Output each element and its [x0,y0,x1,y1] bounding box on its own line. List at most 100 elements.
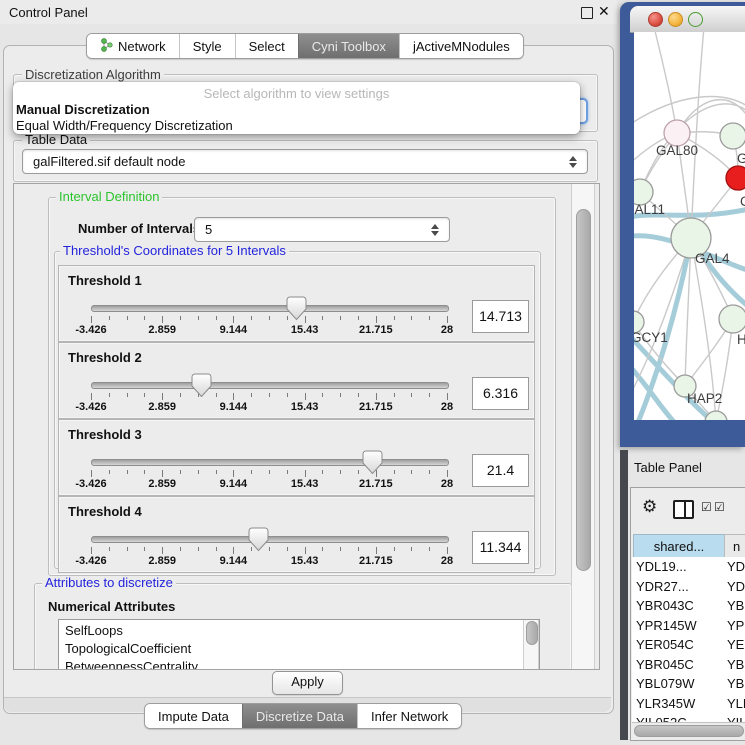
table-cell[interactable]: YBR045C [636,657,694,672]
slider-tick-label: -3.426 [75,324,106,336]
slider-tick-label: 15.43 [291,555,319,567]
slider-thumb[interactable] [191,373,212,398]
slider-tick [216,316,217,320]
threshold-value-field[interactable]: 11.344 [472,531,529,564]
table-row[interactable]: YBL079W YBL0 [632,674,745,694]
tab-discretize-data[interactable]: Discretize Data [242,704,357,728]
table-row[interactable]: YLR345W YLR3 [632,694,745,714]
slider-thumb[interactable] [362,450,383,475]
attribute-list-item[interactable]: TopologicalCoefficient [65,641,191,656]
table-row[interactable]: YER054C YER0 [632,635,745,655]
table-cell[interactable]: YPR1 [727,618,745,633]
settings-scrollbar-thumb[interactable] [576,209,591,571]
tab-infer-network[interactable]: Infer Network [357,704,461,728]
tab-style[interactable]: Style [179,34,235,58]
table-column-header[interactable]: shared... [633,534,725,559]
table-row[interactable]: YDL19... YDL1 [632,557,745,577]
panel-divider [620,450,628,740]
gear-icon[interactable]: ⚙ [642,497,657,517]
control-panel-titlebar: Control Panel ✕ [0,0,617,24]
table-cell[interactable]: YBR0 [727,657,745,672]
slider-tick [91,470,92,477]
slider-track[interactable] [91,382,449,389]
network-node[interactable] [719,305,745,333]
network-icon [100,38,118,55]
table-hscrollbar-thumb[interactable] [634,725,744,737]
float-window-icon[interactable] [581,7,593,19]
slider-tick-label: 2.859 [148,478,176,490]
algorithm-option[interactable]: Equal Width/Frequency Discretization [16,118,233,133]
slider-tick [358,393,359,397]
tab-cyni-toolbox[interactable]: Cyni Toolbox [298,34,399,58]
table-cell[interactable]: YBL079W [636,676,695,691]
tab-jactivemnodules[interactable]: jActiveMNodules [399,34,523,58]
tab-impute-data[interactable]: Impute Data [145,704,242,728]
table-cell[interactable]: YDR27... [636,579,689,594]
minimize-traffic-light[interactable] [668,12,683,27]
apply-button[interactable]: Apply [272,671,343,695]
slider-thumb[interactable] [286,296,307,321]
slider-tick [144,547,145,551]
tab-network[interactable]: Network [87,34,179,58]
table-cell[interactable]: YLR345W [636,696,695,711]
network-node[interactable] [720,123,745,149]
table-cell[interactable]: YIL0 [727,715,745,722]
slider-tick [109,547,110,551]
network-canvas[interactable]: GAL80GACGAL11GAL4GCY1HHAP2 [634,32,745,420]
zoom-traffic-light[interactable] [688,12,703,27]
attribute-list-item[interactable]: BetweennessCentrality [65,659,198,670]
checkbox-icon[interactable]: ☑ [714,500,725,514]
network-node[interactable] [726,166,745,190]
table-cell[interactable]: YDL1 [727,559,745,574]
attributes-group-title: Attributes to discretize [42,576,176,589]
slider-tick-label: 15.43 [291,324,319,336]
table-data-combobox[interactable]: galFiltered.sif default node [22,149,588,174]
table-cell[interactable]: YDR2 [727,579,745,594]
algorithm-popup-prompt: Select algorithm to view settings [13,86,580,101]
split-pane-icon[interactable] [673,500,694,519]
table-row[interactable]: YPR145W YPR1 [632,616,745,636]
slider-thumb[interactable] [248,527,269,552]
slider-tick [447,470,448,477]
list-scrollbar[interactable] [523,620,539,670]
close-traffic-light[interactable] [648,12,663,27]
algorithm-option[interactable]: Manual Discretization [16,102,150,117]
slider-tick [429,393,430,397]
table-row[interactable]: YDR27... YDR2 [632,577,745,597]
checkbox-icon[interactable]: ☑ [701,500,712,514]
slider-tick-label: 28 [441,555,453,567]
table-cell[interactable]: YBR0 [727,598,745,613]
slider-tick [127,470,128,474]
table-column-header[interactable]: n [724,534,745,559]
table-row[interactable]: YBR045C YBR0 [632,655,745,675]
settings-scrollbar[interactable] [571,184,595,669]
table-cell[interactable]: YER054C [636,637,694,652]
numerical-attributes-list[interactable]: SelfLoops TopologicalCoefficient Betweenne… [58,619,540,670]
table-row[interactable]: YBR043C YBR0 [632,596,745,616]
table-cell[interactable]: YBL0 [727,676,745,691]
table-cell[interactable]: YIL052C [636,715,687,722]
table-cell[interactable]: YBR043C [636,598,694,613]
tab-label: Impute Data [158,709,229,724]
table-hscrollbar[interactable] [632,722,745,738]
table-cell[interactable]: YER0 [727,637,745,652]
threshold-value-field[interactable]: 21.4 [472,454,529,487]
tab-select[interactable]: Select [235,34,298,58]
slider-tick [180,547,181,551]
table-row[interactable]: YIL052C YIL0 [632,713,745,722]
threshold-value-field[interactable]: 14.713 [472,300,529,333]
table-cell[interactable]: YPR145W [636,618,697,633]
number-of-intervals-combobox[interactable]: 5 [194,217,450,242]
combobox-spinner-icon [569,155,578,169]
tab-label: Style [193,39,222,54]
combobox-spinner-icon [431,223,440,237]
threshold-value-field[interactable]: 6.316 [472,377,529,410]
table-cell[interactable]: YDL19... [636,559,687,574]
slider-track[interactable] [91,459,449,466]
slider-track[interactable] [91,536,449,543]
attribute-list-item[interactable]: SelfLoops [65,623,123,638]
slider-track[interactable] [91,305,449,312]
list-scrollbar-thumb[interactable] [526,621,538,645]
close-panel-icon[interactable]: ✕ [598,3,610,20]
table-cell[interactable]: YLR3 [727,696,745,711]
